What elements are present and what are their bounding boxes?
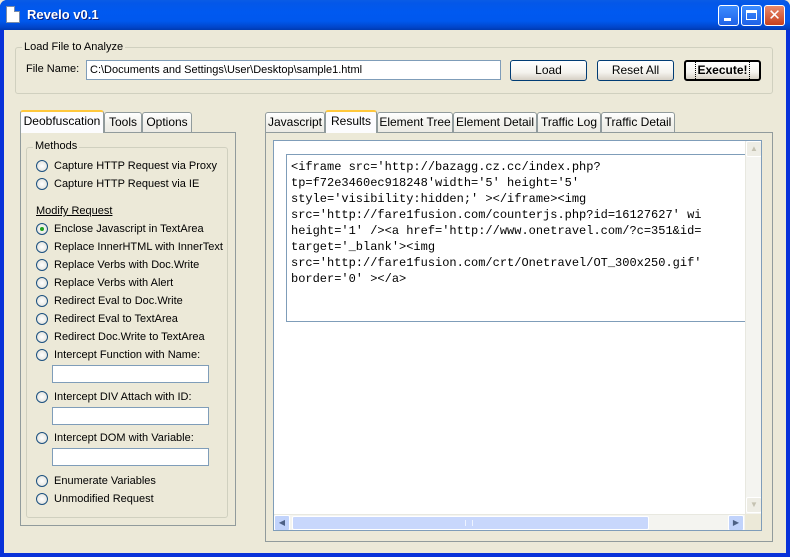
radio-redirect-eval-textarea[interactable]: Redirect Eval to TextArea [36, 311, 178, 327]
close-button[interactable]: ✕ [764, 5, 785, 26]
methods-legend: Methods [33, 140, 80, 152]
radio-button[interactable] [36, 160, 48, 172]
load-button[interactable]: Load [510, 60, 587, 81]
radio-intercept-function[interactable]: Intercept Function with Name: [36, 347, 200, 363]
right-tab-control: Javascript Results Element Tree Element … [265, 110, 773, 542]
scroll-up-icon[interactable]: ▲ [746, 141, 761, 157]
tab-javascript[interactable]: Javascript [265, 112, 325, 132]
horizontal-scrollbar[interactable]: ◀ ▶ [274, 514, 745, 530]
modify-request-heading: Modify Request [36, 205, 113, 217]
injected-textarea[interactable]: <iframe src='http://bazagg.cz.cc/index.p… [286, 154, 746, 322]
results-code: <iframe src='http://bazagg.cz.cc/index.p… [291, 160, 702, 286]
radio-button[interactable] [36, 223, 48, 235]
tab-deobfuscation[interactable]: Deobfuscation [20, 110, 104, 133]
radio-replace-verbs-alert[interactable]: Replace Verbs with Alert [36, 275, 173, 291]
radio-button[interactable] [36, 178, 48, 190]
radio-unmodified-request[interactable]: Unmodified Request [36, 491, 154, 507]
tab-element-tree[interactable]: Element Tree [377, 112, 453, 132]
radio-button[interactable] [36, 493, 48, 505]
radio-intercept-div[interactable]: Intercept DIV Attach with ID: [36, 389, 192, 405]
radio-capture-ie[interactable]: Capture HTTP Request via IE [36, 176, 199, 192]
radio-button[interactable] [36, 391, 48, 403]
radio-button[interactable] [36, 331, 48, 343]
methods-list: Capture HTTP Request via Proxy Capture H… [36, 158, 226, 518]
radio-button[interactable] [36, 313, 48, 325]
radio-enclose-javascript[interactable]: Enclose Javascript in TextArea [36, 221, 204, 237]
close-icon: ✕ [768, 6, 781, 24]
load-file-legend: Load File to Analyze [22, 41, 126, 53]
file-name-input[interactable] [86, 60, 501, 80]
tab-options[interactable]: Options [142, 112, 192, 132]
intercept-dom-input[interactable] [52, 448, 209, 466]
results-textarea[interactable]: <iframe src='http://bazagg.cz.cc/index.p… [273, 140, 762, 531]
tab-traffic-log[interactable]: Traffic Log [537, 112, 601, 132]
radio-replace-innerhtml[interactable]: Replace InnerHTML with InnerText [36, 239, 223, 255]
minimize-button[interactable] [718, 5, 739, 26]
grip-icon [465, 520, 473, 526]
radio-button[interactable] [36, 432, 48, 444]
reset-all-button[interactable]: Reset All [597, 60, 674, 81]
window-title: Revelo v0.1 [27, 7, 99, 22]
maximize-icon [746, 10, 757, 20]
file-name-label: File Name: [26, 63, 80, 75]
radio-button[interactable] [36, 475, 48, 487]
execute-button[interactable]: Execute! [684, 60, 761, 81]
radio-button[interactable] [36, 277, 48, 289]
intercept-div-input[interactable] [52, 407, 209, 425]
left-tab-control: Deobfuscation Tools Options Methods Capt… [20, 110, 236, 526]
radio-capture-proxy[interactable]: Capture HTTP Request via Proxy [36, 158, 217, 174]
scroll-left-icon[interactable]: ◀ [274, 515, 290, 530]
intercept-function-input[interactable] [52, 365, 209, 383]
document-icon [6, 6, 20, 23]
radio-enumerate-variables[interactable]: Enumerate Variables [36, 473, 156, 489]
radio-redirect-docwrite-textarea[interactable]: Redirect Doc.Write to TextArea [36, 329, 205, 345]
tab-element-detail[interactable]: Element Detail [453, 112, 537, 132]
scroll-thumb[interactable] [292, 516, 649, 530]
maximize-button[interactable] [741, 5, 762, 26]
scroll-right-icon[interactable]: ▶ [728, 515, 744, 530]
radio-button[interactable] [36, 259, 48, 271]
execute-button-label: Execute! [695, 60, 750, 81]
title-bar[interactable]: Revelo v0.1 ✕ [0, 0, 790, 30]
radio-button[interactable] [36, 295, 48, 307]
tab-traffic-detail[interactable]: Traffic Detail [601, 112, 675, 132]
radio-button[interactable] [36, 349, 48, 361]
scroll-corner [745, 514, 761, 530]
radio-replace-verbs-docwrite[interactable]: Replace Verbs with Doc.Write [36, 257, 199, 273]
minimize-icon [724, 18, 731, 21]
tab-results[interactable]: Results [325, 110, 377, 133]
client-area: Load File to Analyze File Name: Load Res… [4, 30, 786, 553]
radio-intercept-dom[interactable]: Intercept DOM with Variable: [36, 430, 194, 446]
radio-button[interactable] [36, 241, 48, 253]
radio-redirect-eval-docwrite[interactable]: Redirect Eval to Doc.Write [36, 293, 183, 309]
scroll-down-icon[interactable]: ▼ [746, 497, 761, 513]
tab-tools[interactable]: Tools [104, 112, 142, 132]
vertical-scrollbar[interactable]: ▲ ▼ [745, 141, 761, 514]
